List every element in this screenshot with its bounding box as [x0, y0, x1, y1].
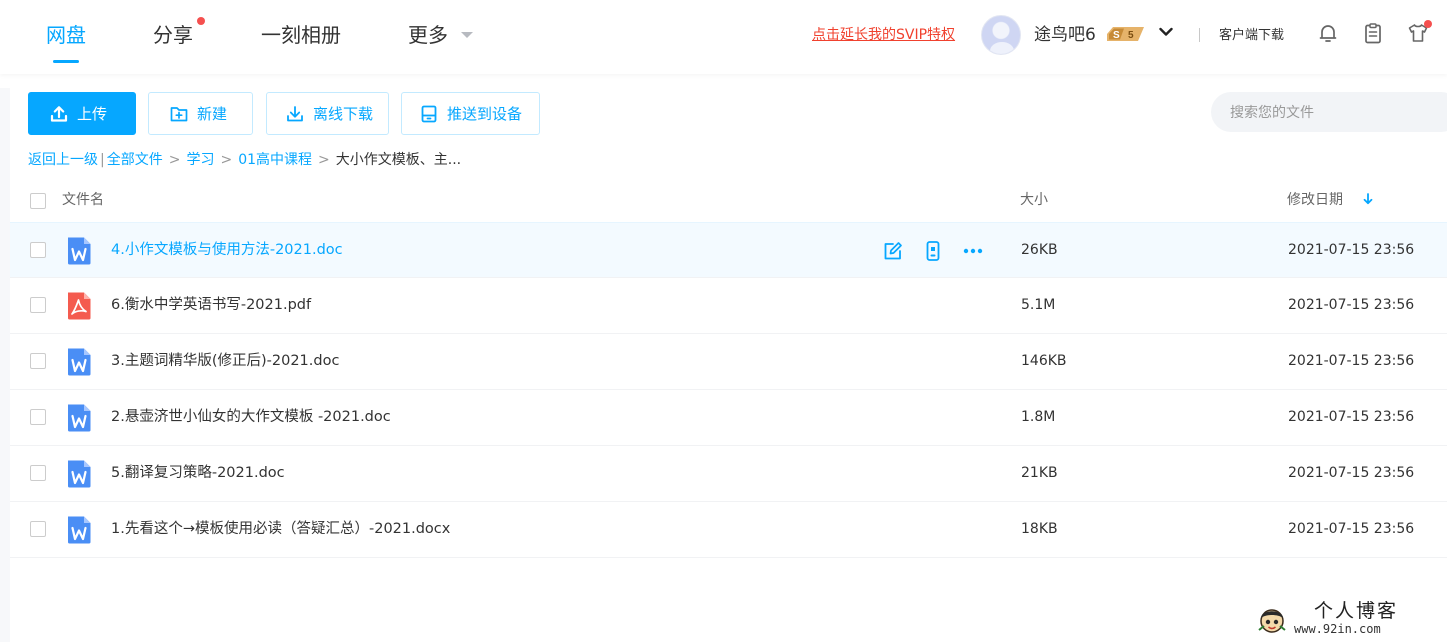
watermark: 个人博客 www.92in.com	[1256, 600, 1436, 640]
client-download-link[interactable]: 客户端下载	[1219, 27, 1284, 44]
table-row[interactable]: 5.翻译复习策略-2021.doc 21KB 2021-07-15 23:56	[10, 446, 1447, 502]
file-date: 2021-07-15 23:56	[1288, 242, 1415, 258]
table-row[interactable]: 1.先看这个→模板使用必读（答疑汇总）-2021.docx 18KB 2021-07…	[10, 502, 1447, 558]
table-row[interactable]: 4.小作文模板与使用方法-2021.doc 26KB 2021-07-15 23:5…	[10, 222, 1447, 278]
download-icon	[287, 105, 303, 121]
file-name[interactable]: 4.小作文模板与使用方法-2021.doc	[111, 241, 343, 260]
row-checkbox[interactable]	[30, 521, 46, 537]
file-size: 18KB	[1021, 521, 1058, 537]
new-label: 新建	[197, 105, 228, 123]
divider	[1199, 28, 1200, 42]
table-row[interactable]: 2.悬壶济世小仙女的大作文模板 -2021.doc 1.8M 2021-07-15 …	[10, 390, 1447, 446]
word-doc-icon	[68, 404, 91, 432]
word-doc-icon	[68, 516, 91, 544]
file-date: 2021-07-15 23:56	[1288, 521, 1415, 537]
svip-badge-icon: S 5	[1107, 27, 1144, 41]
breadcrumb-separator: >	[168, 152, 181, 168]
offline-download-label: 离线下载	[313, 105, 374, 123]
file-date: 2021-07-15 23:56	[1288, 409, 1415, 425]
breadcrumb-divider: |	[100, 152, 105, 168]
more-options-icon[interactable]	[962, 240, 984, 262]
file-name[interactable]: 5.翻译复习策略-2021.doc	[111, 464, 285, 483]
row-checkbox[interactable]	[30, 242, 46, 258]
table-row[interactable]: 6.衡水中学英语书写-2021.pdf 5.1M 2021-07-15 23:56	[10, 278, 1447, 334]
breadcrumb-separator: >	[318, 152, 330, 168]
clipboard-icon[interactable]	[1362, 22, 1384, 44]
device-icon	[421, 105, 437, 122]
row-checkbox[interactable]	[30, 409, 46, 425]
file-size: 21KB	[1021, 465, 1058, 481]
row-checkbox[interactable]	[30, 353, 46, 369]
search-input[interactable]	[1211, 92, 1447, 132]
upload-label: 上传	[77, 105, 108, 123]
upload-button[interactable]: 上传	[28, 92, 136, 135]
breadcrumb-back-link[interactable]: 返回上一级	[28, 152, 98, 168]
column-header-name[interactable]: 文件名	[62, 191, 104, 209]
column-header-size[interactable]: 大小	[1020, 191, 1048, 209]
bell-icon[interactable]	[1317, 22, 1339, 44]
word-doc-icon	[68, 460, 91, 488]
file-date: 2021-07-15 23:56	[1288, 297, 1415, 313]
file-size: 5.1M	[1021, 297, 1056, 313]
watermark-title: 个人博客	[1314, 600, 1399, 622]
breadcrumb-item-course[interactable]: 01高中课程	[238, 152, 312, 168]
word-doc-icon	[68, 237, 91, 265]
push-to-device-label: 推送到设备	[447, 105, 523, 123]
tab-netdisk[interactable]: 网盘	[46, 22, 86, 48]
sort-desc-icon[interactable]	[1361, 192, 1375, 206]
tab-more[interactable]: 更多	[408, 22, 448, 48]
breadcrumb-current: 大小作文模板、主...	[335, 152, 462, 168]
file-name[interactable]: 6.衡水中学英语书写-2021.pdf	[111, 296, 311, 315]
file-size: 26KB	[1021, 242, 1058, 258]
push-to-device-button[interactable]: 推送到设备	[401, 92, 540, 135]
svg-text:S: S	[1113, 30, 1120, 41]
file-name[interactable]: 1.先看这个→模板使用必读（答疑汇总）-2021.docx	[111, 520, 450, 539]
breadcrumb: 返回上一级 | 全部文件 > 学习 >01高中课程 > 大小作文模板、主...	[28, 151, 461, 169]
avatar[interactable]	[981, 15, 1021, 55]
share-notification-dot	[197, 17, 205, 25]
phone-icon[interactable]	[922, 240, 944, 262]
upload-icon	[50, 105, 68, 122]
folder-plus-icon	[170, 106, 188, 121]
username[interactable]: 途鸟吧6	[1034, 24, 1096, 46]
file-size: 1.8M	[1021, 409, 1056, 425]
pdf-file-icon	[68, 292, 91, 320]
column-header-date[interactable]: 修改日期	[1287, 191, 1343, 209]
word-doc-icon	[68, 348, 91, 376]
more-caret-icon[interactable]	[461, 32, 473, 38]
top-navigation: 网盘 分享 一刻相册 更多 点击延长我的SVIP特权 途鸟吧6 S 5 客户端下…	[0, 0, 1447, 74]
table-row[interactable]: 3.主题词精华版(修正后)-2021.doc 146KB 2021-07-15 23…	[10, 334, 1447, 390]
breadcrumb-item-study[interactable]: 学习	[186, 152, 214, 168]
active-tab-indicator	[53, 60, 79, 63]
breadcrumb-all-files[interactable]: 全部文件	[107, 152, 163, 168]
chevron-down-icon[interactable]	[1159, 27, 1173, 37]
tab-album[interactable]: 一刻相册	[261, 22, 341, 48]
file-size: 146KB	[1021, 353, 1067, 369]
select-all-checkbox[interactable]	[30, 193, 46, 209]
watermark-url: www.92in.com	[1294, 622, 1381, 636]
offline-download-button[interactable]: 离线下载	[266, 92, 389, 135]
new-folder-button[interactable]: 新建	[148, 92, 253, 135]
svg-text:5: 5	[1128, 30, 1134, 41]
file-date: 2021-07-15 23:56	[1288, 353, 1415, 369]
tab-share[interactable]: 分享	[153, 22, 193, 48]
file-name[interactable]: 2.悬壶济世小仙女的大作文模板 -2021.doc	[111, 408, 391, 427]
svip-renew-link[interactable]: 点击延长我的SVIP特权	[812, 26, 955, 44]
table-header: 文件名 大小 修改日期	[10, 178, 1447, 222]
edit-icon[interactable]	[882, 240, 904, 262]
file-name[interactable]: 3.主题词精华版(修正后)-2021.doc	[111, 352, 339, 371]
breadcrumb-separator: >	[220, 152, 233, 168]
file-date: 2021-07-15 23:56	[1288, 465, 1415, 481]
row-checkbox[interactable]	[30, 297, 46, 313]
row-checkbox[interactable]	[30, 465, 46, 481]
skin-notification-dot	[1424, 20, 1432, 28]
left-edge	[0, 88, 10, 642]
blog-mascot-icon	[1258, 609, 1286, 633]
